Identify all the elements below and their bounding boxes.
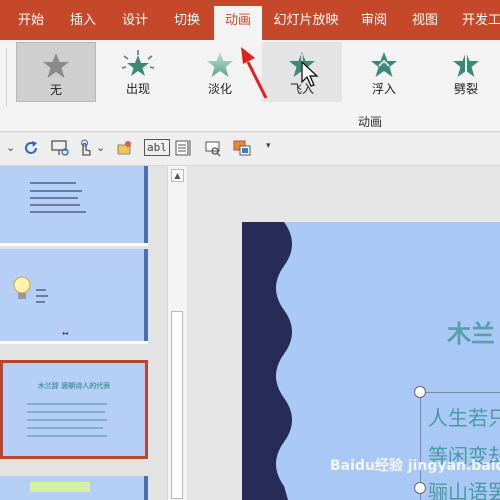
slide-thumbnail-1[interactable] [0, 166, 148, 246]
poem-line-3: 骊山语罢 [428, 480, 500, 500]
slide-3-title: 木兰辞 唐朝诗人的代表 [37, 382, 111, 390]
scrollbar-thumb[interactable] [171, 311, 183, 499]
slide-2-number: ↔ [62, 329, 69, 338]
shapes-icon[interactable] [116, 139, 134, 159]
quick-toolbar: ⌄ ⌄ abl ▾ [0, 133, 500, 166]
chevron-down-icon[interactable]: ⌄ [6, 141, 15, 161]
resize-handle[interactable] [414, 482, 426, 494]
dropdown-chevron-icon[interactable]: ⌄ [96, 141, 105, 161]
powerpoint-window: 开始 插入 设计 切换 动画 幻灯片放映 审阅 视图 开发工 无 出现 淡化 飞… [0, 0, 500, 500]
slide-thumbnail-4[interactable] [0, 476, 148, 500]
resize-handle[interactable] [414, 386, 426, 398]
picture-control-icon[interactable] [232, 139, 252, 159]
slide-title[interactable]: 木兰 [447, 314, 495, 349]
refresh-icon[interactable] [22, 139, 40, 159]
find-control-icon[interactable] [204, 139, 222, 159]
touch-icon[interactable] [76, 139, 94, 159]
slide-thumbnail-3-selected[interactable]: 木兰辞 唐朝诗人的代表 [0, 360, 148, 459]
wavy-dark-border [242, 222, 292, 500]
red-arrow-annotation [241, 47, 268, 99]
lightbulb-icon [13, 276, 31, 299]
poem-line-1: 人生若只 [428, 406, 500, 430]
listbox-icon[interactable] [174, 139, 192, 159]
mouse-pointer-icon [301, 60, 319, 87]
annotation-overlay [241, 47, 319, 99]
presentation-icon[interactable] [50, 139, 70, 159]
editing-canvas: 木兰 人生若只 等闲变却 骊山语罢 [190, 166, 500, 500]
more-options-icon[interactable]: ▾ [266, 141, 271, 161]
textbox-abl-button[interactable]: abl [144, 139, 170, 156]
watermark: Baidu经验 jingyan.baidu.com [330, 458, 500, 474]
slide-thumbnail-2[interactable]: ↔ [0, 249, 148, 344]
slides-pane: ↔ 木兰辞 唐朝诗人的代表 [0, 166, 190, 500]
scroll-up-icon[interactable]: ▲ [171, 169, 184, 182]
slides-scrollbar[interactable]: ▲ [167, 166, 187, 500]
